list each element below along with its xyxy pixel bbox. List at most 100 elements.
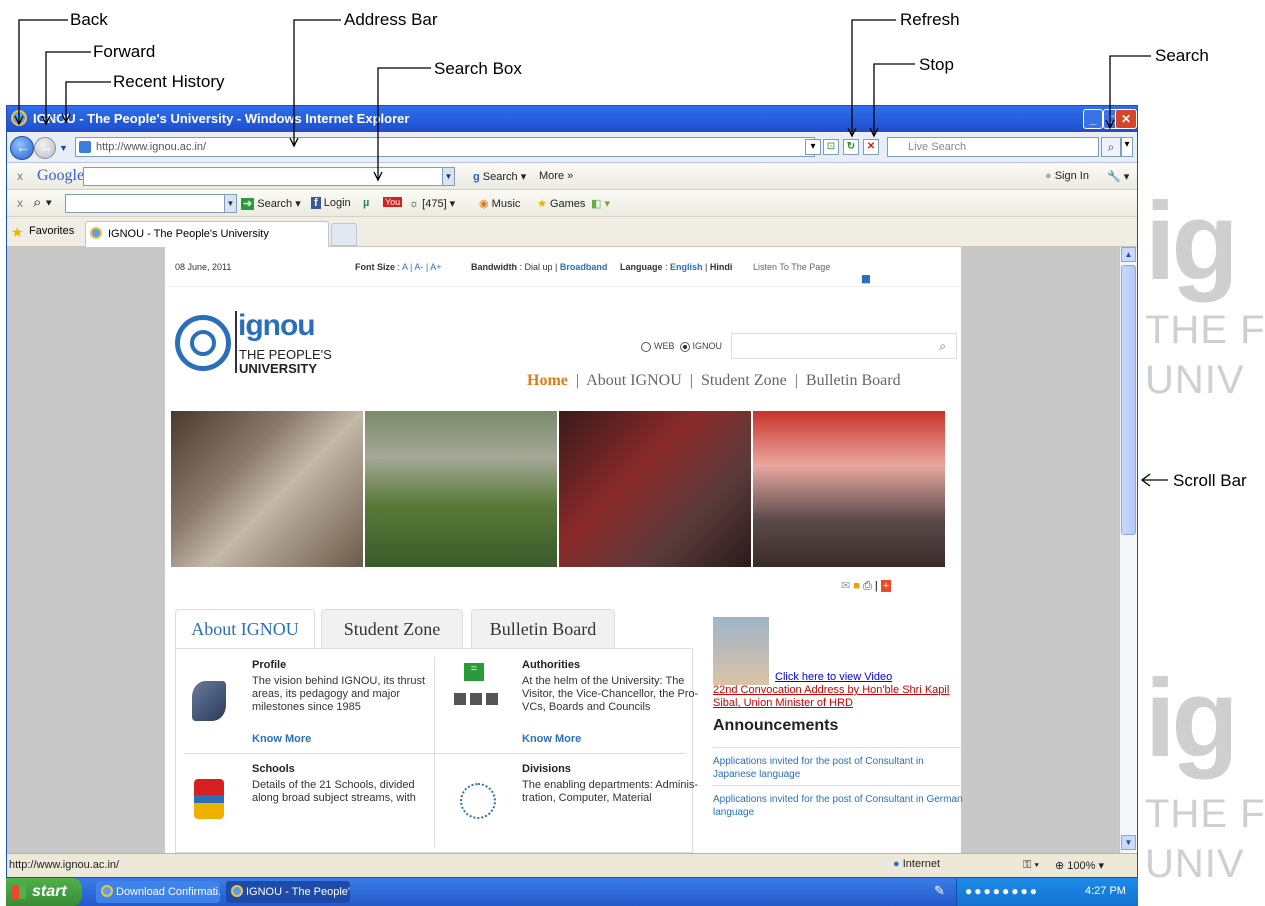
close-button[interactable]: ✕ [1115, 109, 1137, 129]
language-label: Language [620, 262, 663, 272]
block-profile-title: Profile [252, 659, 287, 671]
more-button[interactable]: More » [539, 170, 573, 182]
weather-button[interactable]: ☼ [475] ▾ [409, 197, 455, 210]
email-icon[interactable]: ✉ [841, 580, 850, 592]
live-search-input[interactable]: Live Search [887, 137, 1099, 157]
google-toolbar: x Google ▼ g Search ▾ More » ● Sign In 🔧… [7, 163, 1137, 190]
stop-button[interactable]: ✕ [863, 139, 879, 155]
address-dropdown-button[interactable]: ▾ [805, 139, 821, 155]
minimize-button[interactable]: _ [1083, 109, 1103, 129]
tab-about-ignou[interactable]: About IGNOU [175, 609, 315, 649]
block-authorities-title: Authorities [522, 659, 581, 671]
start-button[interactable]: start [6, 878, 82, 906]
divider [713, 747, 963, 748]
protected-mode-icon[interactable]: ⚿ ▾ [1023, 859, 1039, 872]
favorites-button[interactable]: Favorites [29, 225, 74, 237]
listen-link[interactable]: Listen To The Page [753, 262, 830, 272]
music-button[interactable]: ◉ Music [479, 197, 520, 210]
favorites-star-icon: ★ [11, 224, 24, 240]
print-icon[interactable]: ⎙ [863, 580, 872, 592]
menu-home[interactable]: Home [527, 372, 568, 389]
pen-icon[interactable]: ✎ [934, 883, 945, 899]
block-authorities-text: At the helm of the University: The Visit… [522, 675, 699, 713]
taskbar-item-ignou[interactable]: IGNOU - The People's... [226, 881, 350, 903]
google-search-box[interactable]: ▼ [83, 167, 455, 186]
zoom-control[interactable]: ⊕ 100% ▾ [1055, 859, 1104, 872]
dialup-link[interactable]: Dial up [525, 262, 553, 272]
google-search-button[interactable]: g Search ▾ [473, 170, 526, 183]
hindi-link[interactable]: Hindi [710, 262, 733, 272]
scroll-down-button[interactable]: ▼ [1121, 835, 1136, 850]
page-viewport: 08 June, 2011 Font Size : A | A- | A+ Ba… [7, 247, 1119, 853]
forward-button[interactable]: → [34, 137, 56, 159]
video-link[interactable]: Click here to view Video [775, 671, 892, 683]
know-more-link[interactable]: Know More [252, 733, 311, 745]
close-toolbar-icon[interactable]: x [17, 196, 23, 210]
divisions-icon [460, 783, 496, 819]
compatibility-icon[interactable]: ⊡ [823, 139, 839, 155]
tab-bulletin-board[interactable]: Bulletin Board [471, 609, 615, 649]
video-thumbnail[interactable] [713, 617, 769, 685]
font-size-options[interactable]: A | A- | A+ [402, 262, 441, 272]
wrench-icon[interactable]: 🔧 ▾ [1107, 170, 1129, 183]
tab-ignou[interactable]: IGNOU - The People's University [85, 221, 329, 247]
task-label: IGNOU - The People's... [246, 886, 350, 898]
page-date: 08 June, 2011 [175, 262, 232, 272]
vertical-scrollbar[interactable]: ▲ ▼ [1119, 247, 1137, 853]
recent-history-dropdown[interactable]: ▼ [59, 143, 68, 153]
games-button[interactable]: ★ Games [537, 197, 585, 210]
address-bar[interactable]: http://www.ignou.ac.in/ [75, 137, 815, 157]
know-more-link[interactable]: Know More [522, 733, 581, 745]
divider [184, 753, 686, 754]
scroll-up-button[interactable]: ▲ [1121, 247, 1136, 262]
new-tab-button[interactable] [331, 223, 357, 246]
toolbar-search-box[interactable]: ▼ [65, 194, 237, 213]
bandwidth-label: Bandwidth [471, 262, 517, 272]
title-bar: IGNOU - The People's University - Window… [7, 106, 1137, 132]
share-bar: ✉ ■ ⎙ | + [841, 580, 892, 592]
search-button[interactable]: ⌕ [1101, 137, 1121, 157]
tray-icons[interactable]: ●●●●●●●● [965, 884, 1039, 898]
facebook-icon: f [311, 197, 321, 209]
announcement-item[interactable]: Applications invited for the post of Con… [713, 755, 963, 781]
broadband-link[interactable]: Broadband [560, 262, 608, 272]
search-options-dropdown[interactable]: ▾ [1121, 137, 1133, 157]
search-magnifier-icon[interactable]: ⌕ ▾ [33, 194, 52, 211]
menu-student-zone[interactable]: Student Zone [701, 372, 787, 389]
tab-title: IGNOU - The People's University [108, 228, 269, 240]
chevron-down-icon[interactable]: ▼ [442, 168, 454, 185]
utorrent-icon[interactable]: µ [363, 197, 369, 209]
close-toolbar-icon[interactable]: x [17, 169, 23, 183]
english-link[interactable]: English [670, 262, 703, 272]
sign-in-button[interactable]: ● Sign In [1045, 170, 1089, 182]
radio-web[interactable] [641, 341, 651, 352]
menu-about[interactable]: About IGNOU [586, 372, 682, 389]
convocation-link[interactable]: 22nd Convocation Address by Hon'ble Shri… [713, 684, 965, 710]
site-search-input[interactable]: ⌕ [731, 333, 957, 359]
announcement-item[interactable]: Applications invited for the post of Con… [713, 793, 963, 819]
sitemap-icon[interactable]: ■ [861, 271, 871, 289]
block-schools-text: Details of the 21 Schools, divided along… [252, 779, 416, 804]
secondary-toolbar: x ⌕ ▾ ▼ ➔ Search ▾ f Login µ You ☼ [475]… [7, 190, 1137, 217]
toolbar-search-label: Search [257, 198, 293, 210]
radio-ignou[interactable] [679, 341, 690, 352]
ignou-logo-icon [175, 315, 231, 371]
font-size-control[interactable]: Font Size : A | A- | A+ [355, 262, 441, 272]
bookmark-icon[interactable]: ■ [853, 580, 860, 592]
facebook-login-button[interactable]: f Login [311, 197, 351, 209]
search-icon[interactable]: ⌕ [939, 339, 946, 354]
refresh-button[interactable]: ↻ [843, 139, 859, 155]
convocation-link-text[interactable]: 22nd Convocation Address by Hon'ble Shri… [713, 684, 949, 709]
scroll-thumb[interactable] [1121, 265, 1136, 535]
tab-student-zone[interactable]: Student Zone [321, 609, 463, 649]
chevron-down-icon[interactable]: ▼ [224, 195, 236, 212]
youtube-icon[interactable]: You [383, 197, 403, 207]
extension-icon[interactable]: ◧ ▾ [591, 197, 610, 210]
status-bar: http://www.ignou.ac.in/ ● Internet ⚿ ▾ ⊕… [7, 853, 1137, 877]
add-icon[interactable]: + [880, 580, 892, 592]
toolbar-search-button[interactable]: ➔ Search ▾ [241, 197, 301, 210]
menu-bulletin-board[interactable]: Bulletin Board [806, 372, 901, 389]
taskbar-item-download[interactable]: Download Confirmati... [96, 881, 220, 903]
back-button[interactable]: ← [10, 136, 34, 160]
video-link-text[interactable]: Click here to view Video [775, 671, 892, 683]
